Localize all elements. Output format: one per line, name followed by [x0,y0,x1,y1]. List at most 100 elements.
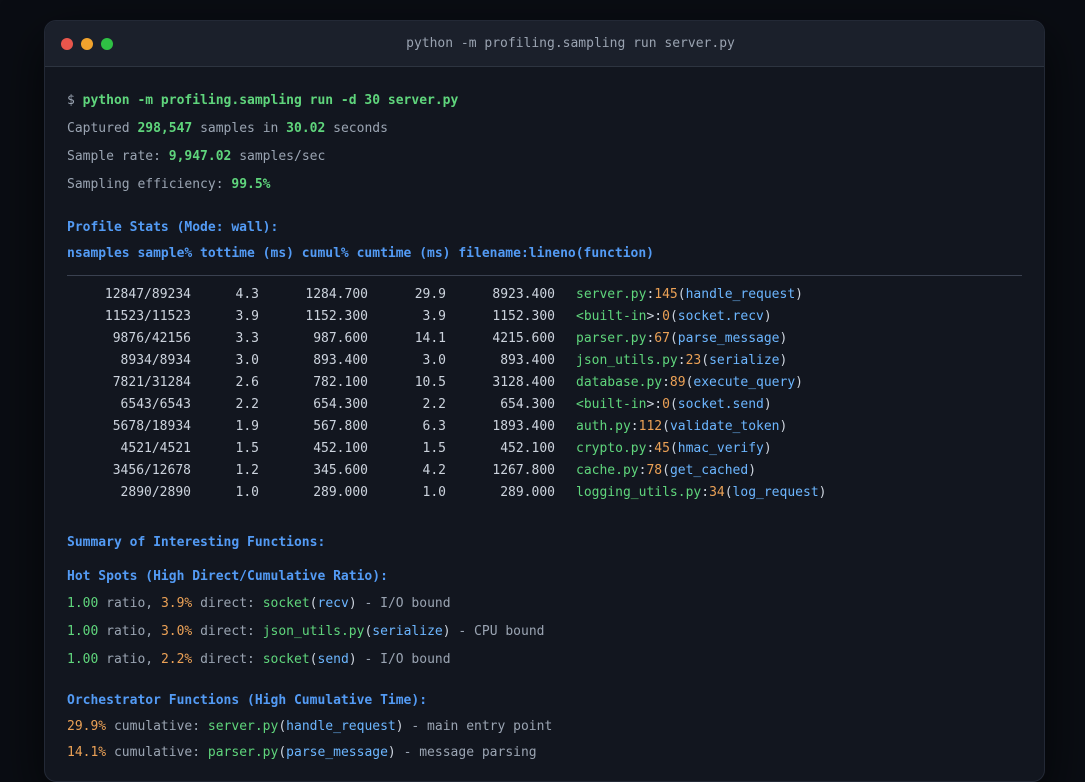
punct-rparen: ) [395,719,404,734]
punct-lparen: ( [669,441,678,456]
cumtime-value: 289.000 [500,485,555,500]
table-row: 11523/11523 3.9 1152.300 3.9 1152.300 <built-… [67,306,1022,328]
function-name: socket.recv [677,309,764,324]
terminal-content[interactable]: $ python -m profiling.sampling run -d 30… [45,67,1044,766]
function-name: handle_request [685,287,796,302]
function-name: handle_request [286,719,396,734]
hot-spot-item: 1.00 ratio, 3.0% direct: json_utils.py(s… [67,618,1022,646]
nsamples-value: 2890/2890 [120,485,191,500]
line-number: 0 [662,397,670,412]
punct-rparen: ) [763,441,772,456]
ratio-value: 1.00 [67,596,99,611]
efficiency-line: Sampling efficiency: 99.5% [67,171,1022,199]
role-note: - message parsing [395,745,537,760]
punct-lparen: ( [662,463,670,478]
bound-note: - CPU bound [450,624,545,639]
line-number: 45 [654,441,670,456]
file-name: auth.py [576,419,631,434]
tottime-value: 1284.700 [305,287,368,302]
captured-line: Captured 298,547 samples in 30.02 second… [67,115,1022,143]
cumulative-label: cumulative: [106,719,208,734]
ratio-value: 1.00 [67,652,99,667]
module-name: json_utils.py [262,624,365,639]
module-name: parser.py [207,745,279,760]
sample-rate-line: Sample rate: 9,947.02 samples/sec [67,143,1022,171]
file-name: <built-in [576,309,647,324]
captured-label: Captured [67,121,138,136]
punct-lparen: ( [309,596,318,611]
efficiency-value: 99.5% [231,177,271,192]
hot-spot-item: 1.00 ratio, 2.2% direct: socket(send) - … [67,646,1022,674]
table-row: 6543/6543 2.2 654.300 2.2 654.300 <built-in>:… [67,394,1022,416]
line-number: 67 [654,331,670,346]
line-number: 34 [709,485,725,500]
sample-rate-label: Sample rate: [67,149,169,164]
punct-lparen: ( [669,397,678,412]
window-title: python -m profiling.sampling run server.… [406,36,735,51]
cumul-pct-value: 1.0 [422,485,446,500]
module-name: socket [262,652,310,667]
nsamples-value: 3456/12678 [112,463,191,478]
sample-rate-unit: samples/sec [231,149,326,164]
cumul-pct-value: 6.3 [422,419,446,434]
cumtime-value: 654.300 [500,397,555,412]
punct-rparen: ) [779,353,788,368]
punct-rparen: ) [442,624,451,639]
table-row: 3456/12678 1.2 345.600 4.2 1267.800 cache.py:… [67,460,1022,482]
cumtime-value: 3128.400 [492,375,555,390]
file-name: server.py [576,287,647,302]
zoom-button[interactable] [101,37,113,50]
titlebar[interactable]: python -m profiling.sampling run server.… [45,21,1044,67]
cumtime-value: 4215.600 [492,331,555,346]
nsamples-value: 6543/6543 [120,397,191,412]
line-number: 78 [646,463,663,478]
punct-lparen: ( [669,309,678,324]
punct-colon: : [654,397,663,412]
stats-table: 12847/89234 4.3 1284.700 29.9 8923.400 server… [67,284,1022,504]
stats-columns-header: nsamples sample% tottime (ms) cumul% cum… [67,246,654,261]
tottime-value: 567.800 [313,419,368,434]
direct-pct: 2.2% [160,652,193,667]
function-name: send [317,652,349,667]
function-name: get_cached [669,463,749,478]
captured-label: samples in [192,121,287,136]
line-number: 0 [662,309,670,324]
sample-rate-value: 9,947.02 [168,149,232,164]
function-location: parser.py:67(parse_message) [555,331,787,346]
function-name: serialize [709,353,780,368]
punct-rparen: ) [348,596,357,611]
nsamples-value: 7821/31284 [112,375,191,390]
orchestrator-title: Orchestrator Functions (High Cumulative … [67,693,428,708]
cumulative-label: cumulative: [106,745,208,760]
tottime-value: 289.000 [313,485,368,500]
cumulative-pct: 14.1% [67,745,107,760]
function-location: server.py:145(handle_request) [555,287,803,302]
hot-spot-item: 1.00 ratio, 3.9% direct: socket(recv) - … [67,590,1022,618]
direct-pct: 3.9% [160,596,193,611]
cumtime-value: 8923.400 [492,287,555,302]
cumtime-value: 1267.800 [492,463,555,478]
punct-rparen: ) [779,331,788,346]
punct-rparen: ) [763,309,772,324]
direct-label: direct: [192,624,263,639]
tottime-value: 782.100 [313,375,368,390]
captured-label: seconds [325,121,388,136]
nsamples-value: 11523/11523 [104,309,191,324]
punct-colon: : [662,375,670,390]
sample-pct-value: 2.2 [235,397,259,412]
bound-note: - I/O bound [356,596,451,611]
terminal-window: python -m profiling.sampling run server.… [44,20,1045,782]
table-row: 4521/4521 1.5 452.100 1.5 452.100 crypto.py:4… [67,438,1022,460]
file-name: crypto.py [576,441,647,456]
direct-pct: 3.0% [160,624,193,639]
close-button[interactable] [61,37,73,50]
tottime-value: 345.600 [313,463,368,478]
table-row: 5678/18934 1.9 567.800 6.3 1893.400 auth.py:1… [67,416,1022,438]
cumulative-pct: 29.9% [67,719,107,734]
punct-rparen: ) [348,652,357,667]
punct-colon: : [677,353,686,368]
file-name: parser.py [576,331,647,346]
minimize-button[interactable] [81,37,93,50]
file-name: json_utils.py [576,353,678,368]
punct-lparen: ( [662,419,670,434]
